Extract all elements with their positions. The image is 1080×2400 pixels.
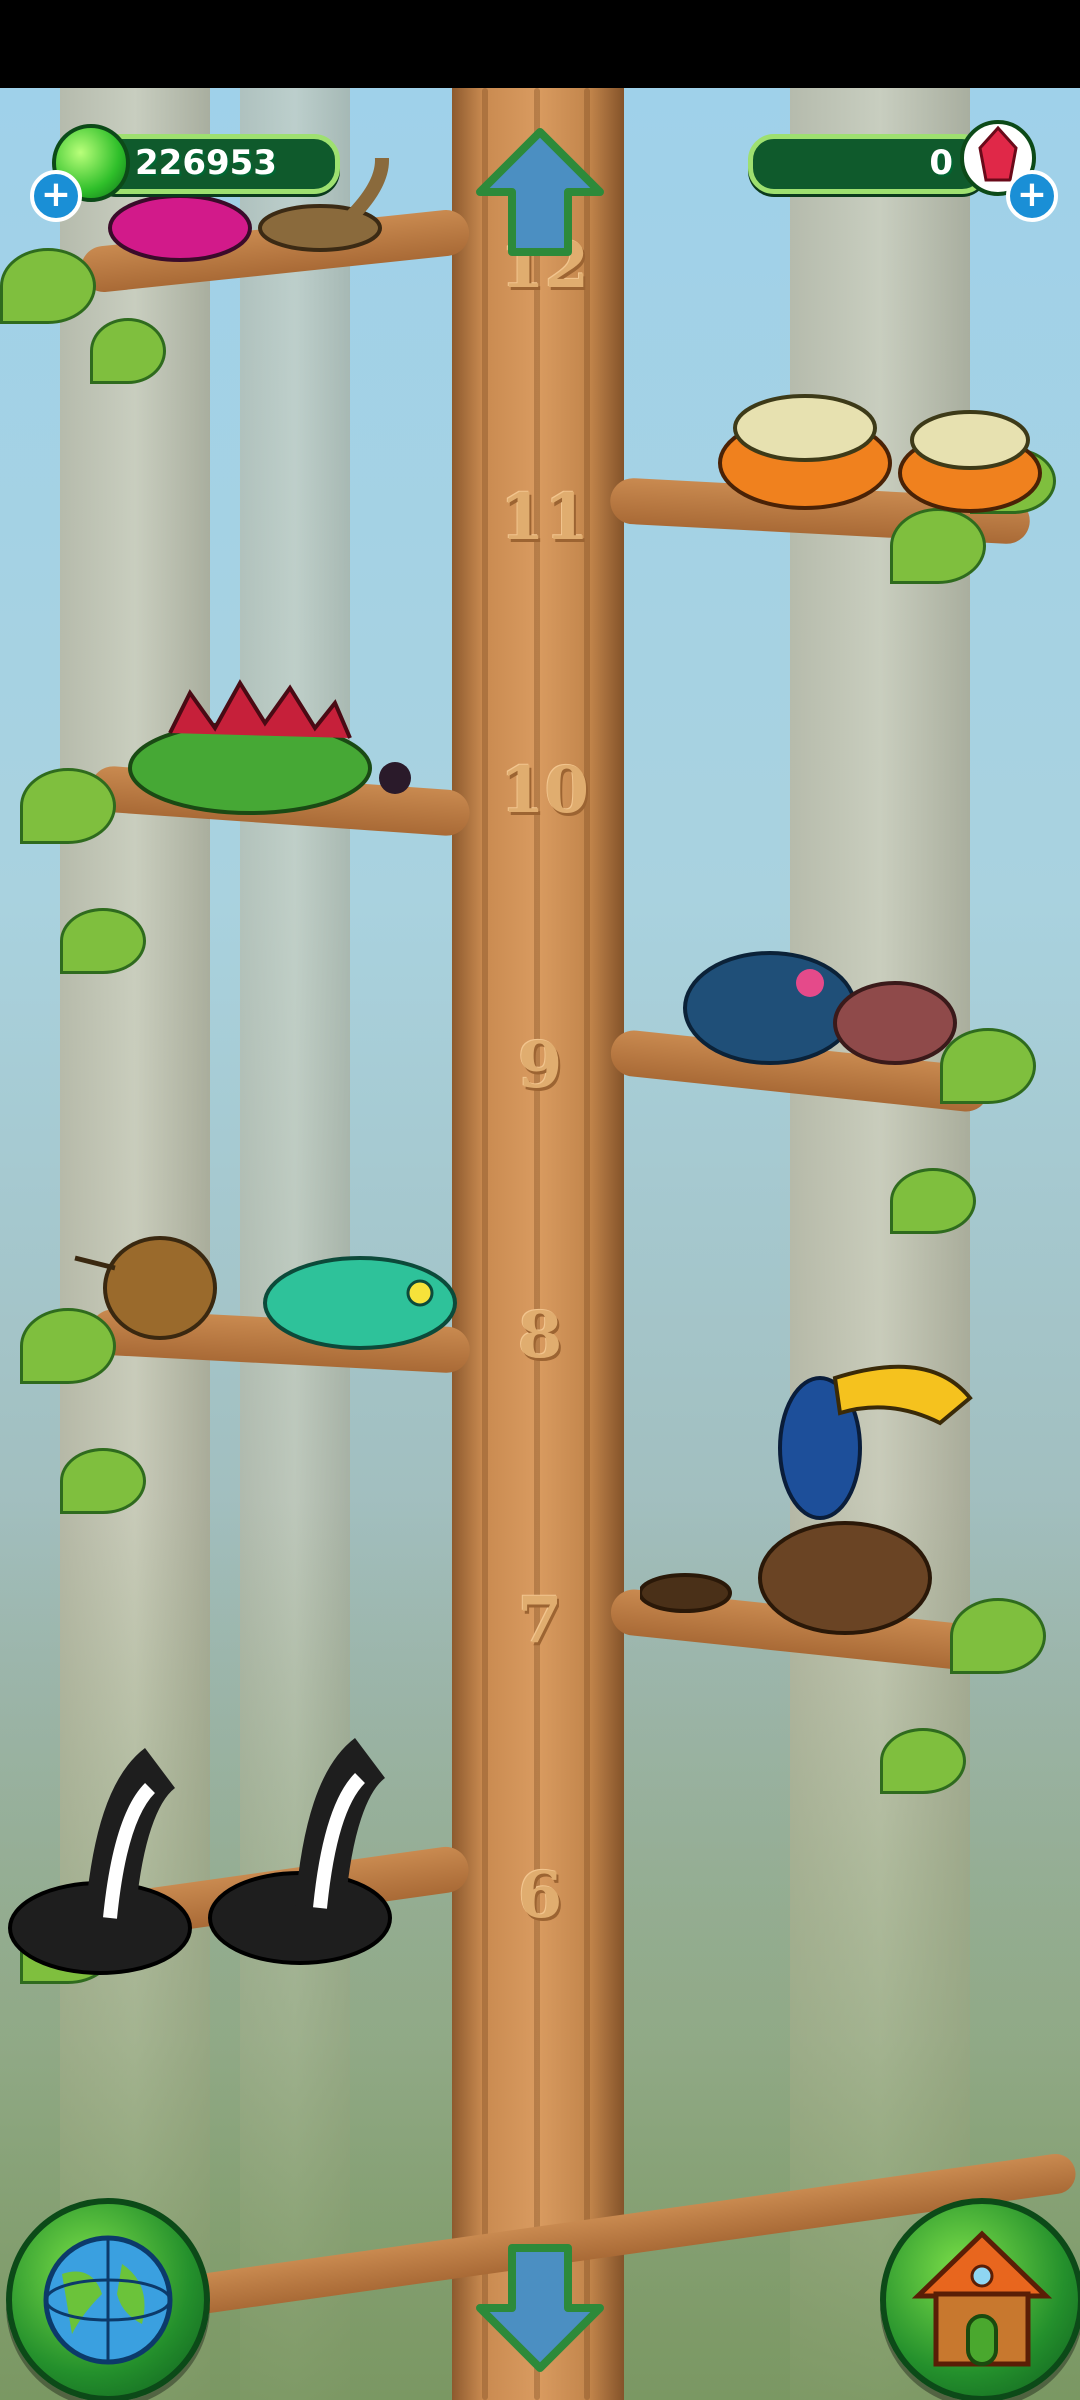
elephant-animal[interactable] (680, 928, 960, 1078)
add-coins-button[interactable]: + (30, 170, 82, 222)
leaf (890, 508, 986, 584)
game-scene: 12 11 10 9 8 7 6 226953 + 0 + (0, 88, 1080, 2400)
leaf (20, 768, 116, 844)
kiwi-bird-animal[interactable] (70, 1208, 490, 1368)
leaf (880, 1728, 966, 1794)
arrow-up-icon[interactable] (470, 124, 610, 264)
leaf (60, 1448, 146, 1514)
level-number: 10 (500, 753, 590, 828)
level-number: 8 (517, 1298, 563, 1373)
gem-count: 0 (929, 143, 953, 183)
status-bar (0, 0, 1080, 88)
coin-count: 226953 (135, 143, 277, 183)
leaf (60, 908, 146, 974)
leaf (0, 248, 96, 324)
level-number: 9 (517, 1028, 563, 1103)
gem-counter: 0 (748, 134, 988, 194)
toucan-beaver-animal[interactable] (640, 1328, 1000, 1658)
skunk-animal[interactable] (0, 1678, 430, 1998)
add-gems-button[interactable]: + (1006, 170, 1058, 222)
hermit-crab-animal[interactable] (710, 368, 1050, 518)
level-number: 7 (517, 1583, 563, 1658)
world-map-button[interactable] (6, 2198, 210, 2400)
level-number: 11 (500, 480, 590, 555)
leaf (90, 318, 166, 384)
home-button[interactable] (880, 2198, 1080, 2400)
leaf (890, 1168, 976, 1234)
level-number: 6 (517, 1858, 563, 1933)
globe-icon (43, 2235, 173, 2365)
stegosaurus-animal[interactable] (110, 648, 470, 828)
arrow-down-icon[interactable] (470, 2236, 610, 2376)
house-icon (911, 2230, 1053, 2367)
